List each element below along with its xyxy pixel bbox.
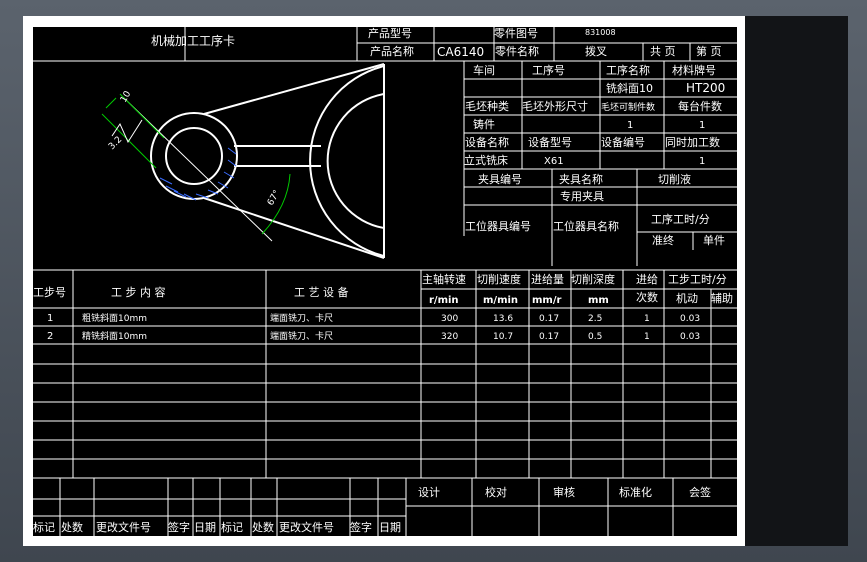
row2-machine: 0.03 <box>680 332 700 342</box>
row2-spindle: 320 <box>441 332 458 342</box>
speed-unit: m/min <box>483 295 518 306</box>
process-card-drawing: 机械加工工序卡 产品型号 零件图号 831008 产品名称 CA6140 零件名… <box>32 26 738 537</box>
design-label: 设计 <box>418 486 440 499</box>
depth-header: 切削深度 <box>571 272 615 286</box>
row1-depth: 2.5 <box>588 314 602 324</box>
product-name-label: 产品名称 <box>370 44 414 58</box>
date-label-2: 日期 <box>379 521 401 534</box>
row2-speed: 10.7 <box>493 332 513 342</box>
simul-label: 同时加工数 <box>665 136 720 149</box>
content-header: 工 步 内 容 <box>111 285 166 299</box>
dim-10-text: 10 <box>119 89 134 104</box>
row2-equipment: 端面铣刀、卡尺 <box>270 330 333 342</box>
row2-depth: 0.5 <box>588 332 602 342</box>
standard-label: 标准化 <box>619 485 652 499</box>
right-panel <box>745 16 848 546</box>
material-value: HT200 <box>686 81 725 95</box>
check-label: 校对 <box>485 485 507 499</box>
fixture-name-value: 专用夹具 <box>560 189 604 203</box>
feed-header: 进给量 <box>531 273 564 286</box>
change-doc-label-1: 更改文件号 <box>96 520 151 534</box>
passes-header-2: 次数 <box>636 290 658 304</box>
row1-spindle: 300 <box>441 314 458 324</box>
prep-label: 准终 <box>652 233 674 247</box>
equipment-header: 工 艺 设 备 <box>294 285 349 299</box>
coolant-label: 切削液 <box>658 172 691 186</box>
unit-label: 单件 <box>703 234 725 247</box>
equip-model-value: X61 <box>544 156 564 167</box>
total-pages-label: 共 页 <box>650 45 676 58</box>
count-label-2: 处数 <box>252 521 274 534</box>
mark-label-1: 标记 <box>33 520 55 534</box>
part-sketch <box>101 63 385 259</box>
fixture-name-label: 夹具名称 <box>559 172 603 186</box>
equip-no-label: 设备编号 <box>601 135 645 149</box>
part-drawing-no-value: 831008 <box>585 28 616 37</box>
row2-passes: 1 <box>644 332 650 342</box>
page-label: 第 页 <box>696 44 722 58</box>
op-name-value: 铣斜面10 <box>606 81 653 95</box>
feed-unit: mm/r <box>532 295 561 306</box>
sign-label-1: 签字 <box>168 520 190 534</box>
product-model-label: 产品型号 <box>368 26 412 40</box>
fixture-no-label: 夹具编号 <box>478 172 522 186</box>
aux-header: 辅助 <box>711 291 733 305</box>
parts-per-unit-label: 每台件数 <box>678 99 722 113</box>
part-name-value: 拨叉 <box>585 44 607 58</box>
sign-label-2: 签字 <box>350 520 372 534</box>
row1-no: 1 <box>47 313 53 324</box>
row1-equipment: 端面铣刀、卡尺 <box>270 312 333 324</box>
parts-per-blank-label: 毛坯可制件数 <box>601 101 655 113</box>
row2-content: 精铣斜面10mm <box>82 330 147 342</box>
equip-name-value: 立式铣床 <box>464 153 508 167</box>
cad-canvas[interactable]: 机械加工工序卡 产品型号 零件图号 831008 产品名称 CA6140 零件名… <box>32 26 738 537</box>
op-no-label: 工序号 <box>532 63 565 77</box>
angle-text: 67° <box>266 189 283 208</box>
station-tool-name-label: 工位器具名称 <box>553 219 619 233</box>
app-window: 机械加工工序卡 产品型号 零件图号 831008 产品名称 CA6140 零件名… <box>0 0 867 562</box>
machine-header: 机动 <box>676 291 698 305</box>
spindle-unit: r/min <box>429 295 459 306</box>
review-label: 审核 <box>553 485 575 499</box>
equip-name-label: 设备名称 <box>465 135 509 149</box>
depth-unit: mm <box>588 295 609 306</box>
count-label-1: 处数 <box>61 521 83 534</box>
row1-machine: 0.03 <box>680 314 700 324</box>
row1-speed: 13.6 <box>493 314 513 324</box>
simul-value: 1 <box>699 156 705 167</box>
part-drawing-no-label: 零件图号 <box>494 27 538 40</box>
change-doc-label-2: 更改文件号 <box>279 520 334 534</box>
parts-per-unit-value: 1 <box>699 120 705 131</box>
material-label: 材料牌号 <box>672 63 716 77</box>
step-no-header: 工步号 <box>33 286 66 299</box>
row1-passes: 1 <box>644 314 650 324</box>
op-time-label: 工序工时/分 <box>651 212 710 226</box>
passes-header-1: 进给 <box>636 273 658 286</box>
row2-no: 2 <box>47 331 53 342</box>
date-label-1: 日期 <box>194 521 216 534</box>
op-name-label: 工序名称 <box>606 63 650 77</box>
countersign-label: 会签 <box>689 485 711 499</box>
row1-feed: 0.17 <box>539 314 559 324</box>
row2-feed: 0.17 <box>539 332 559 342</box>
spindle-header: 主轴转速 <box>422 272 466 286</box>
part-name-label: 零件名称 <box>495 44 539 58</box>
station-tool-no-label: 工位器具编号 <box>465 219 531 233</box>
blank-size-label: 毛坯外形尺寸 <box>522 99 588 113</box>
card-title: 机械加工工序卡 <box>151 33 235 48</box>
mark-label-2: 标记 <box>221 520 243 534</box>
product-name-value: CA6140 <box>437 45 484 59</box>
parts-per-blank-value: 1 <box>627 120 633 131</box>
blank-type-label: 毛坯种类 <box>465 99 509 113</box>
workshop-label: 车间 <box>473 63 495 77</box>
step-time-header: 工步工时/分 <box>668 273 727 286</box>
speed-header: 切削速度 <box>477 272 521 286</box>
roughness-text: 3.2 <box>107 135 124 152</box>
equip-model-label: 设备型号 <box>528 135 572 149</box>
row1-content: 粗铣斜面10mm <box>82 312 147 324</box>
blank-type-value: 铸件 <box>473 117 495 131</box>
